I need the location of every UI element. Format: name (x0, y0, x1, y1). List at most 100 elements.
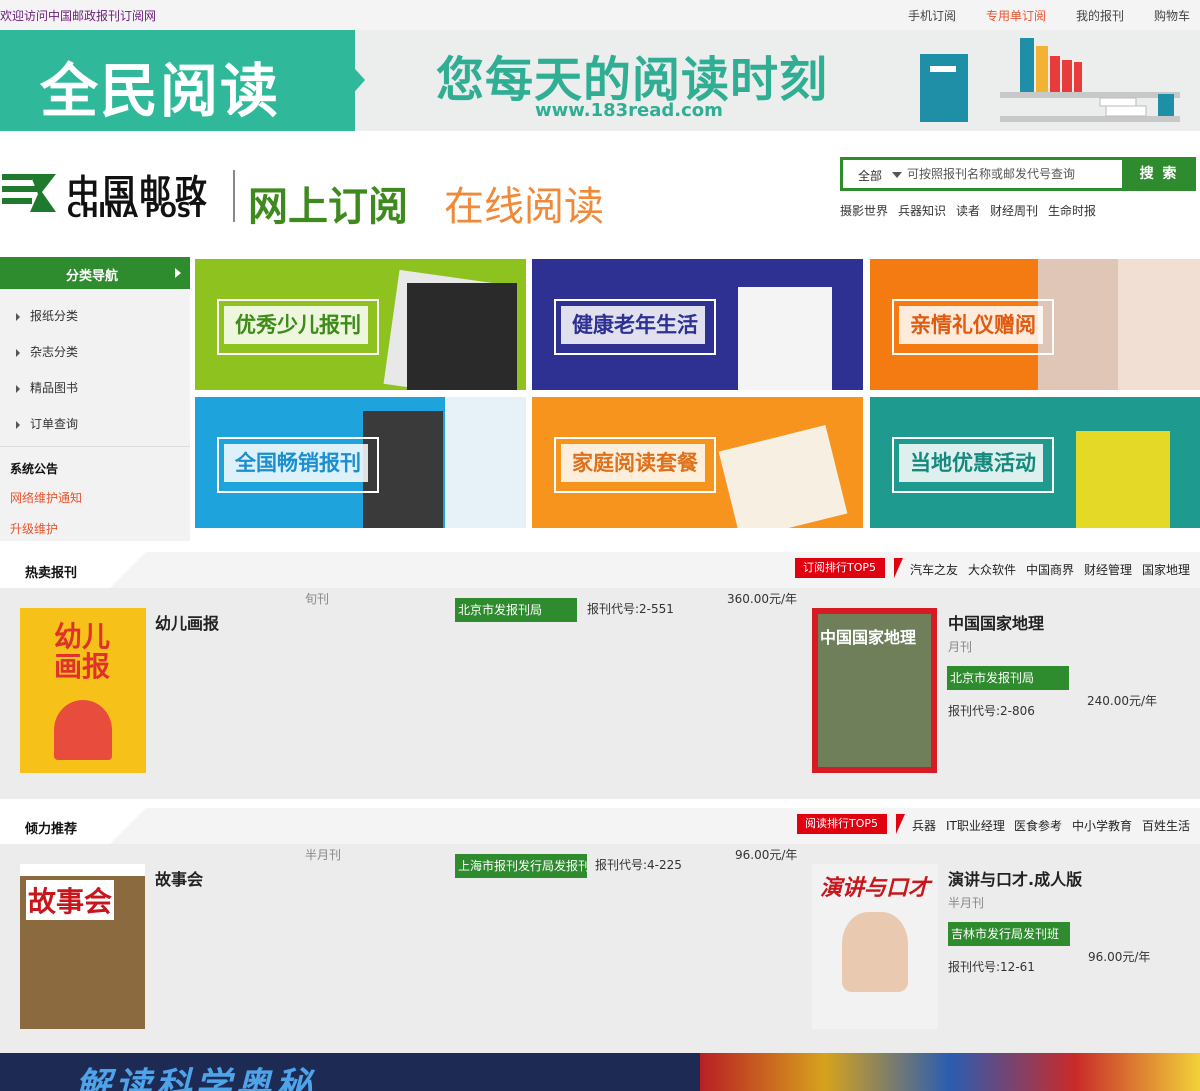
tile-label: 全国畅销报刊 (235, 451, 361, 475)
tile-label: 亲情礼仪赠阅 (910, 313, 1036, 337)
sidebar-item-magazines[interactable]: 杂志分类 (16, 343, 78, 360)
header-slogan-read: 在线阅读 (444, 184, 604, 230)
section-title: 热卖报刊 (25, 566, 78, 581)
bullet-triangle-icon (16, 348, 20, 357)
section-keyword[interactable]: 百姓生活 (1142, 817, 1190, 834)
sidebar-item-label: 报纸分类 (30, 309, 79, 323)
product-price: 96.00元/年 (1088, 950, 1151, 964)
product-name[interactable]: 演讲与口才.成人版 (948, 866, 1082, 890)
cart-link[interactable]: 购物车 (1154, 7, 1190, 24)
product-code: 报刊代号:4-225 (595, 858, 682, 872)
sidebar-item-books[interactable]: 精品图书 (16, 379, 78, 396)
banner-arrow (320, 30, 365, 131)
bottom-ad-banner[interactable]: 解读科学奥秘 (0, 1053, 1200, 1091)
section-keyword[interactable]: 财经管理 (1084, 561, 1132, 578)
sidebar-item-orders[interactable]: 订单查询 (16, 415, 78, 432)
caret-down-icon[interactable] (892, 172, 902, 178)
hot-section-header: 热卖报刊 订阅排行TOP5 汽车之友 大众软件 中国商界 财经管理 国家地理 (0, 552, 1200, 588)
banner-url: www.183read.com (535, 100, 723, 121)
tile-label: 家庭阅读套餐 (572, 451, 698, 475)
product-name[interactable]: 幼儿画报 (155, 610, 219, 634)
notice-title: 系统公告 (10, 462, 59, 476)
logo-english[interactable]: CHINA POST (67, 198, 205, 222)
china-post-logo-icon[interactable] (2, 168, 56, 220)
section-keyword[interactable]: 大众软件 (968, 561, 1016, 578)
magazine-cover-image (1076, 431, 1170, 528)
cover-title: 中国国家地理 (820, 628, 917, 647)
section-keyword[interactable]: 国家地理 (1142, 561, 1190, 578)
magazine-cover-image (1118, 259, 1200, 390)
rank-badge[interactable]: 阅读排行TOP5 (797, 814, 888, 834)
section-keyword[interactable]: 中小学教育 (1072, 817, 1132, 834)
tile-family-reading[interactable]: 家庭阅读套餐 (532, 397, 863, 528)
bookshelf-illustration (920, 38, 1180, 122)
product-cover-image[interactable]: 中国国家地理 (812, 608, 937, 773)
my-subscriptions-link[interactable]: 我的报刊 (1076, 7, 1124, 24)
cover-title: 幼儿画报 (54, 620, 111, 683)
tile-local-deals[interactable]: 当地优惠活动 (870, 397, 1200, 528)
search-button[interactable]: 搜 索 (1122, 157, 1196, 191)
section-keyword[interactable]: 医食参考 (1014, 817, 1062, 834)
magazine-cover-image (445, 397, 526, 528)
notice-link[interactable]: 升级维护 (10, 520, 58, 537)
publisher-badge: 北京市发报刊局 (947, 666, 1069, 690)
banner-title: 全民阅读 (40, 57, 281, 125)
tile-label-box: 当地优惠活动 (892, 437, 1054, 493)
magazine-cover-image (407, 283, 517, 390)
sidebar-item-newspapers[interactable]: 报纸分类 (16, 307, 78, 324)
product-frequency: 旬刊 (305, 592, 330, 606)
tile-family-gift[interactable]: 亲情礼仪赠阅 (870, 259, 1200, 390)
search-box: 全部 搜 索 (840, 157, 1196, 191)
search-input[interactable] (907, 164, 1117, 184)
rank-badge[interactable]: 订阅排行TOP5 (795, 558, 886, 578)
section-keyword[interactable]: 兵器 (912, 817, 936, 834)
section-keyword[interactable]: 中国商界 (1026, 561, 1074, 578)
product-frequency: 月刊 (948, 640, 973, 654)
product-cover-image[interactable]: 故事会 (20, 864, 145, 1029)
sidebar-divider (0, 446, 190, 447)
product-cover-image[interactable]: 演讲与口才 (812, 864, 938, 1029)
hot-keyword[interactable]: 财经周刊 (990, 202, 1038, 219)
special-subscribe-link[interactable]: 专用单订阅 (986, 7, 1046, 24)
tile-bestsellers[interactable]: 全国畅销报刊 (195, 397, 526, 528)
tile-label-box: 健康老年生活 (554, 299, 716, 355)
search-category-select[interactable]: 全部 (858, 167, 882, 184)
product-frequency: 半月刊 (305, 848, 342, 862)
tile-label: 健康老年生活 (572, 313, 698, 337)
section-keyword[interactable]: 汽车之友 (910, 561, 958, 578)
sidebar: 报纸分类 杂志分类 精品图书 订单查询 系统公告 网络维护通知 升级维护 (0, 289, 190, 541)
publisher-badge: 吉林市发行局发刊班 (948, 922, 1070, 946)
product-price: 360.00元/年 (727, 592, 798, 606)
tile-children-publications[interactable]: 优秀少儿报刊 (195, 259, 526, 390)
product-name[interactable]: 故事会 (155, 866, 203, 890)
bottom-ad-text: 解读科学奥秘 (75, 1066, 316, 1091)
publisher-badge: 上海市报刊发行局发报刊 (455, 854, 587, 878)
cover-title: 故事会 (26, 880, 115, 920)
bullet-triangle-icon (16, 312, 20, 321)
hot-keyword[interactable]: 兵器知识 (898, 202, 946, 219)
welcome-text: 欢迎访问中国邮政报刊订阅网 (0, 9, 157, 23)
sidebar-item-label: 订单查询 (30, 417, 79, 431)
section-title: 倾力推荐 (25, 822, 78, 837)
tile-label-box: 亲情礼仪赠阅 (892, 299, 1054, 355)
sidebar-item-label: 精品图书 (30, 381, 79, 395)
recommend-section-body: 故事会 故事会 半月刊 上海市报刊发行局发报刊 报刊代号:4-225 96.00… (0, 844, 1200, 1055)
product-cover-image[interactable]: 幼儿画报 (20, 608, 146, 773)
search-field-wrapper: 全部 (843, 160, 1122, 188)
hot-keyword[interactable]: 摄影世界 (840, 202, 888, 219)
recommend-section-header: 倾力推荐 阅读排行TOP5 兵器 IT职业经理 医食参考 中小学教育 百姓生活 (0, 808, 1200, 844)
product-price: 240.00元/年 (1087, 694, 1158, 708)
section-keyword[interactable]: IT职业经理 (946, 817, 1005, 834)
category-nav-header[interactable]: 分类导航 (0, 257, 190, 289)
hot-keyword[interactable]: 生命时报 (1048, 202, 1096, 219)
product-name[interactable]: 中国国家地理 (948, 610, 1044, 634)
top-banner[interactable]: 全民阅读 您每天的阅读时刻 www.183read.com (0, 30, 1200, 131)
mobile-subscribe-link[interactable]: 手机订阅 (908, 7, 956, 24)
tile-senior-health[interactable]: 健康老年生活 (532, 259, 863, 390)
magazine-cover-image (738, 287, 832, 390)
chevron-right-icon (175, 268, 181, 278)
bullet-triangle-icon (16, 420, 20, 429)
notice-link[interactable]: 网络维护通知 (10, 489, 82, 506)
hot-keyword[interactable]: 读者 (956, 202, 980, 219)
product-price: 96.00元/年 (735, 848, 798, 862)
